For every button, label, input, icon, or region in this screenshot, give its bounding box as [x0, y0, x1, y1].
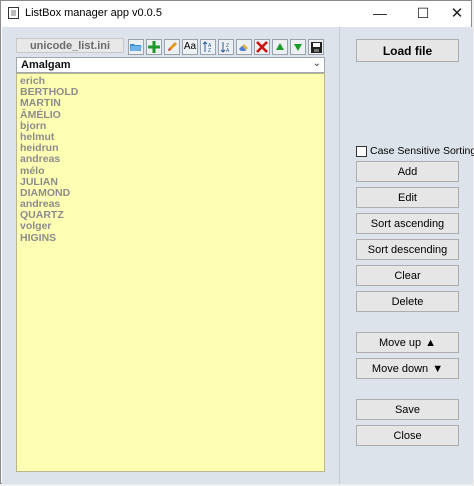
toolbar: Aa AZ ZA — [128, 39, 324, 55]
case-sensitive-sorting-checkbox[interactable]: Case Sensitive Sorting — [356, 145, 474, 157]
list-item[interactable]: DIAMOND — [20, 187, 321, 199]
sort-ascending-button[interactable]: Sort ascending — [356, 213, 459, 234]
save-button[interactable]: Save — [356, 399, 459, 420]
sort-ascending-icon[interactable]: AZ — [200, 39, 216, 55]
add-icon[interactable] — [146, 39, 162, 55]
items-listbox[interactable]: erich BERTHOLD MARTIN ÂMÉLIO bjorn helmut heid… — [16, 73, 325, 472]
font-case-icon[interactable]: Aa — [182, 39, 198, 55]
list-item[interactable]: andreas — [20, 154, 321, 165]
minimize-button[interactable]: — — [360, 1, 400, 25]
edit-button[interactable]: Edit — [356, 187, 459, 208]
triangle-down-icon: ▼ — [432, 362, 444, 375]
list-item[interactable]: bjorn — [20, 120, 321, 132]
list-item[interactable]: HIGINS — [20, 232, 321, 244]
svg-text:A: A — [226, 48, 230, 53]
clear-button[interactable]: Clear — [356, 265, 459, 286]
list-item[interactable]: volger — [20, 221, 321, 232]
svg-text:Z: Z — [208, 48, 211, 53]
app-icon — [8, 7, 19, 19]
move-down-button[interactable]: Move down ▼ — [356, 358, 459, 379]
triangle-up-icon: ▲ — [425, 336, 437, 349]
move-up-button[interactable]: Move up ▲ — [356, 332, 459, 353]
app-window: ListBox manager app v0.0.5 — ☐ ✕ unicode… — [0, 0, 474, 484]
sort-descending-button[interactable]: Sort descending — [356, 239, 459, 260]
list-item[interactable]: QUARTZ — [20, 210, 321, 221]
window-title: ListBox manager app v0.0.5 — [25, 7, 162, 19]
client-area: unicode_list.ini Aa AZ ZA Amalgam ⌄ eric… — [2, 27, 474, 484]
list-item[interactable]: heidrun — [20, 142, 321, 154]
move-up-label: Move up — [378, 336, 422, 349]
actions-panel: Load file Case Sensitive Sorting Add Edi… — [339, 27, 474, 484]
list-panel: unicode_list.ini Aa AZ ZA Amalgam ⌄ eric… — [16, 37, 325, 472]
case-sensitive-label: Case Sensitive Sorting — [370, 145, 474, 157]
checkbox-box[interactable] — [356, 145, 367, 157]
list-item[interactable]: helmut — [20, 131, 321, 143]
close-button[interactable]: Close — [356, 425, 459, 446]
close-window-button[interactable]: ✕ — [437, 1, 474, 25]
load-file-button[interactable]: Load file — [356, 39, 459, 62]
add-button[interactable]: Add — [356, 161, 459, 182]
file-name-label: unicode_list.ini — [16, 38, 124, 53]
edit-pencil-icon[interactable] — [164, 39, 180, 55]
list-item[interactable]: andreas — [20, 198, 321, 210]
move-down-label: Move down — [371, 362, 429, 375]
list-item[interactable]: mélo — [20, 165, 321, 177]
clear-eraser-icon[interactable] — [236, 39, 252, 55]
list-item[interactable]: MARTIN — [20, 98, 321, 109]
list-item[interactable]: ÂMÉLIO — [20, 109, 321, 121]
save-disk-icon[interactable] — [308, 39, 324, 55]
chevron-down-icon[interactable]: ⌄ — [313, 58, 321, 69]
dropdown-selected-value: Amalgam — [21, 59, 71, 71]
list-selector-dropdown[interactable]: Amalgam ⌄ — [16, 57, 325, 73]
delete-icon[interactable] — [254, 39, 270, 55]
title-bar[interactable]: ListBox manager app v0.0.5 — ☐ ✕ — [1, 1, 471, 27]
list-item[interactable]: BERTHOLD — [20, 86, 321, 98]
open-folder-icon[interactable] — [128, 39, 144, 55]
move-down-icon[interactable] — [290, 39, 306, 55]
sort-descending-icon[interactable]: ZA — [218, 39, 234, 55]
move-up-icon[interactable] — [272, 39, 288, 55]
delete-button[interactable]: Delete — [356, 291, 459, 312]
